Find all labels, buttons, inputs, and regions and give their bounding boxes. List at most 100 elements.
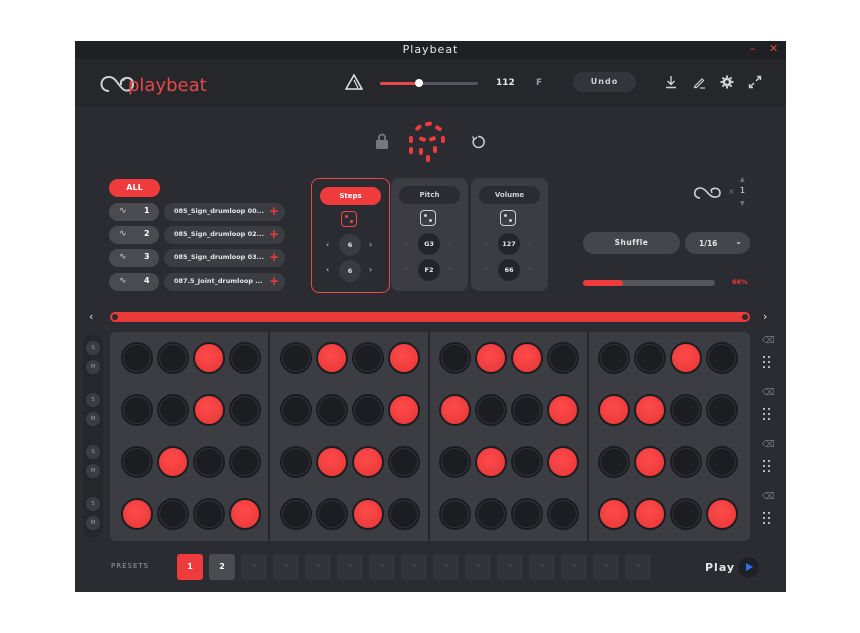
mute-button[interactable]: M <box>86 412 100 426</box>
lock-icon[interactable] <box>375 133 389 149</box>
step-button-off[interactable] <box>706 394 738 426</box>
step-button-on[interactable] <box>352 446 384 478</box>
preset-add-slot[interactable]: + <box>625 554 651 580</box>
step-button-off[interactable] <box>670 446 702 478</box>
preset-add-slot[interactable]: + <box>433 554 459 580</box>
step-button-off[interactable] <box>547 498 579 530</box>
step-button-off[interactable] <box>121 446 153 478</box>
step-button-off[interactable] <box>316 498 348 530</box>
decrease-arrow-icon[interactable]: ‹ <box>485 239 488 248</box>
track-2-button[interactable]: ∿ 2 <box>109 226 159 244</box>
step-button-on[interactable] <box>388 394 420 426</box>
step-button-off[interactable] <box>511 446 543 478</box>
increase-arrow-icon[interactable]: › <box>448 264 451 273</box>
shuffle-amount-slider[interactable] <box>583 280 715 286</box>
mute-button[interactable]: M <box>86 360 100 374</box>
loop-up-icon[interactable]: ▲ <box>740 176 745 183</box>
preset-add-slot[interactable]: + <box>401 554 427 580</box>
pattern-scroll-bar[interactable] <box>110 312 750 322</box>
step-button-off[interactable] <box>316 394 348 426</box>
step-button-off[interactable] <box>193 446 225 478</box>
step-button-on[interactable] <box>193 394 225 426</box>
step-button-on[interactable] <box>634 394 666 426</box>
volume-mode-button[interactable]: Volume <box>479 186 540 204</box>
minimize-button[interactable]: – <box>750 42 756 55</box>
step-button-on[interactable] <box>388 342 420 374</box>
mute-button[interactable]: M <box>86 516 100 530</box>
track-1-file[interactable]: 085_Sign_drumloop 00... + <box>164 203 285 221</box>
eraser-icon[interactable]: ⌫ <box>762 388 775 398</box>
track-4-file[interactable]: 087.5_Joint_drumloop ... + <box>164 273 285 291</box>
step-button-off[interactable] <box>280 446 312 478</box>
division-select[interactable]: 1/16 ⌄ <box>685 232 750 254</box>
step-button-off[interactable] <box>352 394 384 426</box>
shuffle-button[interactable]: Shuffle <box>583 232 680 254</box>
step-button-off[interactable] <box>598 342 630 374</box>
randomize-dice-icon[interactable] <box>341 211 357 227</box>
step-button-on[interactable] <box>598 498 630 530</box>
undo-button[interactable]: Undo <box>573 72 636 92</box>
eraser-icon[interactable]: ⌫ <box>762 492 775 502</box>
loop-count[interactable]: 1 <box>740 186 745 195</box>
step-button-on[interactable] <box>670 342 702 374</box>
decrease-arrow-icon[interactable]: ‹ <box>326 240 329 249</box>
step-button-on[interactable] <box>475 446 507 478</box>
step-button-on[interactable] <box>634 498 666 530</box>
increase-arrow-icon[interactable]: › <box>528 264 531 273</box>
step-button-off[interactable] <box>439 498 471 530</box>
step-button-on[interactable] <box>598 394 630 426</box>
track-3-file[interactable]: 085_Sign_drumloop 03... + <box>164 249 285 267</box>
scroll-right-icon[interactable]: › <box>763 310 767 323</box>
preset-add-slot[interactable]: + <box>593 554 619 580</box>
step-button-off[interactable] <box>280 394 312 426</box>
steps-mode-button[interactable]: Steps <box>320 187 381 205</box>
solo-button[interactable]: S <box>86 393 100 407</box>
step-button-on[interactable] <box>121 498 153 530</box>
step-button-on[interactable] <box>547 446 579 478</box>
drag-handle-icon[interactable] <box>763 408 771 420</box>
reset-icon[interactable] <box>471 135 485 149</box>
decrease-arrow-icon[interactable]: ‹ <box>405 239 408 248</box>
drag-handle-icon[interactable] <box>763 460 771 472</box>
step-button-on[interactable] <box>316 342 348 374</box>
preset-add-slot[interactable]: + <box>305 554 331 580</box>
preset-add-slot[interactable]: + <box>561 554 587 580</box>
track-2-file[interactable]: 085_Sign_drumloop 02... + <box>164 226 285 244</box>
increase-arrow-icon[interactable]: › <box>528 239 531 248</box>
preset-slot-1[interactable]: 1 <box>177 554 203 580</box>
step-button-off[interactable] <box>193 498 225 530</box>
increase-arrow-icon[interactable]: › <box>369 240 372 249</box>
step-button-off[interactable] <box>511 498 543 530</box>
decrease-arrow-icon[interactable]: ‹ <box>405 264 408 273</box>
increase-arrow-icon[interactable]: › <box>448 239 451 248</box>
step-button-off[interactable] <box>280 498 312 530</box>
download-icon[interactable] <box>664 75 678 89</box>
step-button-off[interactable] <box>229 446 261 478</box>
preset-add-slot[interactable]: + <box>529 554 555 580</box>
drag-handle-icon[interactable] <box>763 512 771 524</box>
preset-add-slot[interactable]: + <box>273 554 299 580</box>
step-button-off[interactable] <box>388 446 420 478</box>
step-button-on[interactable] <box>193 342 225 374</box>
step-button-off[interactable] <box>352 342 384 374</box>
pitch-value-top[interactable]: G3 <box>418 233 440 255</box>
eraser-icon[interactable]: ⌫ <box>762 440 775 450</box>
step-button-off[interactable] <box>634 342 666 374</box>
step-button-off[interactable] <box>706 446 738 478</box>
preset-slot-2[interactable]: 2 <box>209 554 235 580</box>
loop-down-icon[interactable]: ▼ <box>740 200 745 207</box>
step-button-on[interactable] <box>352 498 384 530</box>
preset-add-slot[interactable]: + <box>337 554 363 580</box>
step-button-off[interactable] <box>670 498 702 530</box>
steps-value-bottom[interactable]: 6 <box>339 260 361 282</box>
step-button-on[interactable] <box>547 394 579 426</box>
scroll-handle-end[interactable] <box>742 314 748 320</box>
add-icon[interactable]: + <box>269 250 279 264</box>
volume-value-top[interactable]: 127 <box>498 233 520 255</box>
step-button-off[interactable] <box>439 342 471 374</box>
step-button-off[interactable] <box>280 342 312 374</box>
step-button-off[interactable] <box>229 394 261 426</box>
all-tracks-button[interactable]: ALL <box>109 179 160 197</box>
tempo-slider[interactable] <box>380 79 478 87</box>
drag-handle-icon[interactable] <box>763 356 771 368</box>
